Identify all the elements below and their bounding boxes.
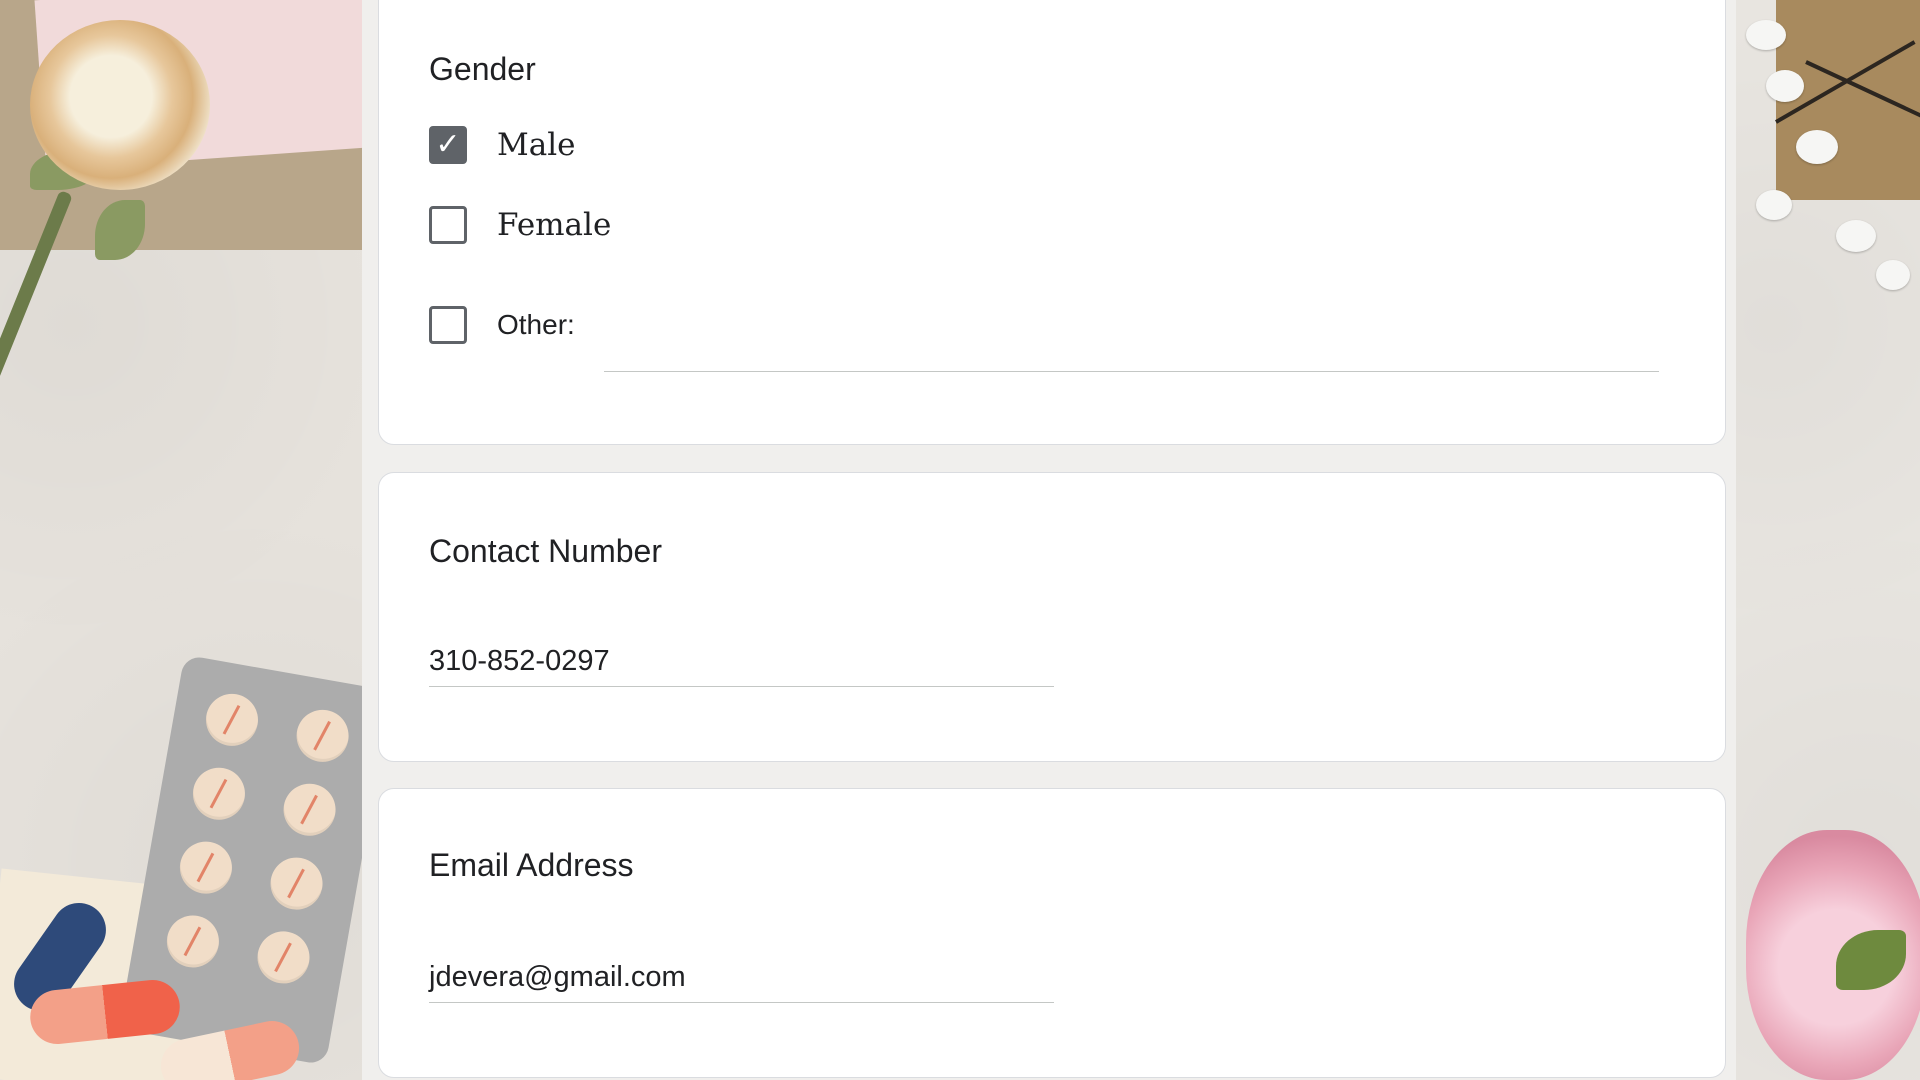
left-decorative-collage xyxy=(0,0,362,1080)
cotton-flower xyxy=(1756,190,1792,220)
gender-option-female[interactable]: Female xyxy=(429,206,611,244)
gender-option-other[interactable]: Other: xyxy=(429,306,575,344)
gender-option-male[interactable]: ✓ Male xyxy=(429,126,575,164)
cotton-flower xyxy=(1796,130,1838,164)
option-label: Other: xyxy=(497,309,575,340)
female-checkbox[interactable] xyxy=(429,206,467,244)
option-label: Female xyxy=(497,207,612,243)
email-address-question-card: Email Address jdevera@gmail.com xyxy=(378,788,1726,1078)
gender-question-card: Gender ✓ Male Female Other: xyxy=(378,0,1726,445)
question-title: Contact Number xyxy=(429,533,662,569)
option-label: Male xyxy=(497,127,576,163)
cotton-flower xyxy=(1836,220,1876,252)
other-text-field[interactable] xyxy=(604,371,1659,372)
other-checkbox[interactable] xyxy=(429,306,467,344)
cotton-flower xyxy=(1876,260,1910,290)
pressed-rose xyxy=(30,20,210,190)
kraft-paper-strip xyxy=(1776,0,1920,200)
question-title: Gender xyxy=(429,51,536,87)
email-address-input[interactable]: jdevera@gmail.com xyxy=(429,961,1054,1003)
question-title: Email Address xyxy=(429,847,634,883)
cotton-flower xyxy=(1746,20,1786,50)
contact-number-input[interactable]: 310-852-0297 xyxy=(429,645,1054,687)
contact-number-question-card: Contact Number 310-852-0297 xyxy=(378,472,1726,762)
cotton-flower xyxy=(1766,70,1804,102)
right-decorative-collage xyxy=(1736,0,1920,1080)
check-icon: ✓ xyxy=(435,127,461,162)
male-checkbox[interactable]: ✓ xyxy=(429,126,467,164)
